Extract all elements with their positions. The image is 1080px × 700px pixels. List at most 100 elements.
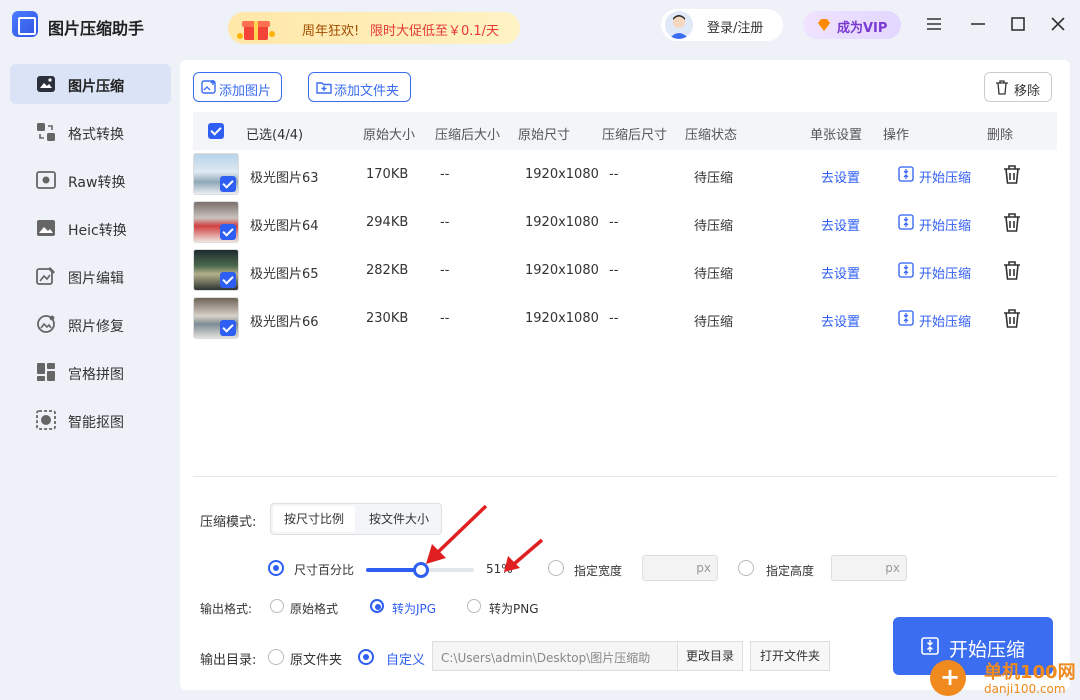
tab-by-ratio[interactable]: 按尺寸比例 [273, 506, 355, 532]
vip-button[interactable]: 成为VIP [803, 11, 901, 39]
sidebar-item-image-edit[interactable]: 图片编辑 [10, 256, 171, 296]
sidebar-item-label: Heic转换 [68, 223, 127, 239]
format-option-original: 原始格式 [290, 602, 339, 616]
setting-link[interactable]: 去设置 [821, 215, 860, 234]
width-radio[interactable] [548, 560, 564, 576]
photo-repair-icon [37, 315, 55, 333]
sidebar-item-label: 图片编辑 [68, 271, 124, 287]
trash-icon[interactable] [1003, 261, 1021, 281]
trash-icon[interactable] [1003, 309, 1021, 329]
header-selected: 已选(4/4) [246, 128, 304, 143]
app-title: 图片压缩助手 [48, 19, 145, 38]
login-button[interactable]: 登录/注册 [661, 9, 783, 41]
maximize-icon[interactable] [1006, 12, 1030, 36]
height-label: 指定高度 [766, 564, 815, 578]
image-compress-icon [37, 76, 55, 92]
mode-tabs: 按尺寸比例 按文件大小 [270, 503, 442, 535]
title-bar: 图片压缩助手 周年狂欢! 限时大促低至￥0.1/天 登录/注册 成为VIP [0, 0, 1080, 50]
table-row[interactable]: 极光图片66 230KB -- 1920x1080 -- 待压缩 去设置 开始压… [193, 295, 1057, 343]
px-unit: px [885, 561, 900, 575]
sidebar-item-photo-repair[interactable]: 照片修复 [10, 304, 171, 344]
start-compress-link[interactable]: 开始压缩 [919, 167, 971, 186]
row-checkbox[interactable] [220, 224, 236, 240]
change-dir-button[interactable]: 更改目录 [677, 641, 743, 671]
percent-radio[interactable] [268, 560, 284, 576]
header-original-size: 原始大小 [363, 128, 416, 143]
login-label: 登录/注册 [707, 21, 764, 36]
setting-link[interactable]: 去设置 [821, 263, 860, 282]
format-radio-original[interactable] [270, 599, 284, 613]
format-radio-png[interactable] [467, 599, 481, 613]
add-folder-label: 添加文件夹 [334, 84, 400, 99]
remove-button[interactable]: 移除 [984, 72, 1052, 102]
compress-icon [898, 166, 914, 182]
header-action: 操作 [883, 128, 910, 143]
format-radio-jpg[interactable] [370, 599, 384, 613]
status: 待压缩 [694, 219, 734, 234]
sidebar-item-heic-convert[interactable]: Heic转换 [10, 208, 171, 248]
smart-cutout-icon [36, 410, 56, 430]
select-all-checkbox[interactable] [208, 123, 224, 139]
image-thumbnail [193, 201, 239, 243]
start-compress-link[interactable]: 开始压缩 [919, 215, 971, 234]
sidebar-item-format-convert[interactable]: 格式转换 [10, 112, 171, 152]
sidebar-item-label: Raw转换 [68, 175, 126, 191]
width-label: 指定宽度 [574, 564, 623, 578]
file-name: 极光图片63 [250, 171, 319, 186]
setting-link[interactable]: 去设置 [821, 167, 860, 186]
trash-icon[interactable] [1003, 213, 1021, 233]
file-name: 极光图片66 [250, 315, 319, 330]
table-row[interactable]: 极光图片65 282KB -- 1920x1080 -- 待压缩 去设置 开始压… [193, 247, 1057, 295]
grid-collage-icon [37, 363, 55, 381]
start-compress-link[interactable]: 开始压缩 [919, 263, 971, 282]
setting-link[interactable]: 去设置 [821, 311, 860, 330]
add-image-button[interactable]: 添加图片 [193, 72, 282, 102]
row-checkbox[interactable] [220, 176, 236, 192]
sidebar-item-label: 宫格拼图 [68, 367, 124, 383]
promo-banner[interactable]: 周年狂欢! 限时大促低至￥0.1/天 [228, 12, 520, 44]
sidebar-item-smart-cutout[interactable]: 智能抠图 [10, 400, 171, 440]
divider [193, 476, 1057, 477]
gift-icon [237, 21, 275, 40]
sidebar-item-image-compress[interactable]: 图片压缩 [10, 64, 171, 104]
height-input[interactable]: px [831, 555, 907, 581]
header-compressed-size: 压缩后大小 [435, 128, 501, 143]
dir-radio-original[interactable] [268, 649, 284, 665]
close-icon[interactable] [1046, 12, 1070, 36]
original-size: 294KB [366, 215, 409, 230]
sidebar-item-grid-collage[interactable]: 宫格拼图 [10, 352, 171, 392]
sidebar: 图片压缩 格式转换 Raw转换 Heic转换 图片编辑 照片修复 宫格拼图 智能… [0, 50, 180, 700]
add-folder-icon [316, 82, 332, 94]
output-dir-field[interactable]: C:\Users\admin\Desktop\图片压缩助 [432, 641, 678, 671]
image-edit-icon [36, 267, 55, 285]
compressed-size: -- [440, 215, 450, 230]
start-compress-link[interactable]: 开始压缩 [919, 311, 971, 330]
trash-icon [996, 80, 1008, 95]
sidebar-item-label: 格式转换 [68, 127, 124, 143]
height-radio[interactable] [738, 560, 754, 576]
compressed-dim: -- [609, 215, 619, 230]
table-row[interactable]: 极光图片64 294KB -- 1920x1080 -- 待压缩 去设置 开始压… [193, 199, 1057, 247]
dir-radio-custom[interactable] [358, 649, 374, 665]
row-checkbox[interactable] [220, 320, 236, 336]
sidebar-item-raw-convert[interactable]: Raw转换 [10, 160, 171, 200]
compress-icon [898, 310, 914, 326]
raw-convert-icon [36, 171, 56, 189]
file-name: 极光图片65 [250, 267, 319, 282]
status: 待压缩 [694, 315, 734, 330]
row-checkbox[interactable] [220, 272, 236, 288]
table-row[interactable]: 极光图片63 170KB -- 1920x1080 -- 待压缩 去设置 开始压… [193, 151, 1057, 199]
trash-icon[interactable] [1003, 165, 1021, 185]
compressed-size: -- [440, 167, 450, 182]
header-single-setting: 单张设置 [810, 128, 863, 143]
file-name: 极光图片64 [250, 219, 319, 234]
px-unit: px [696, 561, 711, 575]
main-panel: 添加图片 添加文件夹 移除 已选(4/4) 原始大小 压缩后大小 原始尺寸 压缩… [180, 60, 1070, 690]
menu-icon[interactable] [922, 12, 946, 36]
open-folder-button[interactable]: 打开文件夹 [750, 641, 830, 671]
add-folder-button[interactable]: 添加文件夹 [308, 72, 411, 102]
promo-text-primary: 周年狂欢! [302, 24, 360, 39]
dir-option-custom: 自定义 [386, 653, 426, 668]
width-input[interactable]: px [642, 555, 718, 581]
minimize-icon[interactable] [966, 12, 990, 36]
